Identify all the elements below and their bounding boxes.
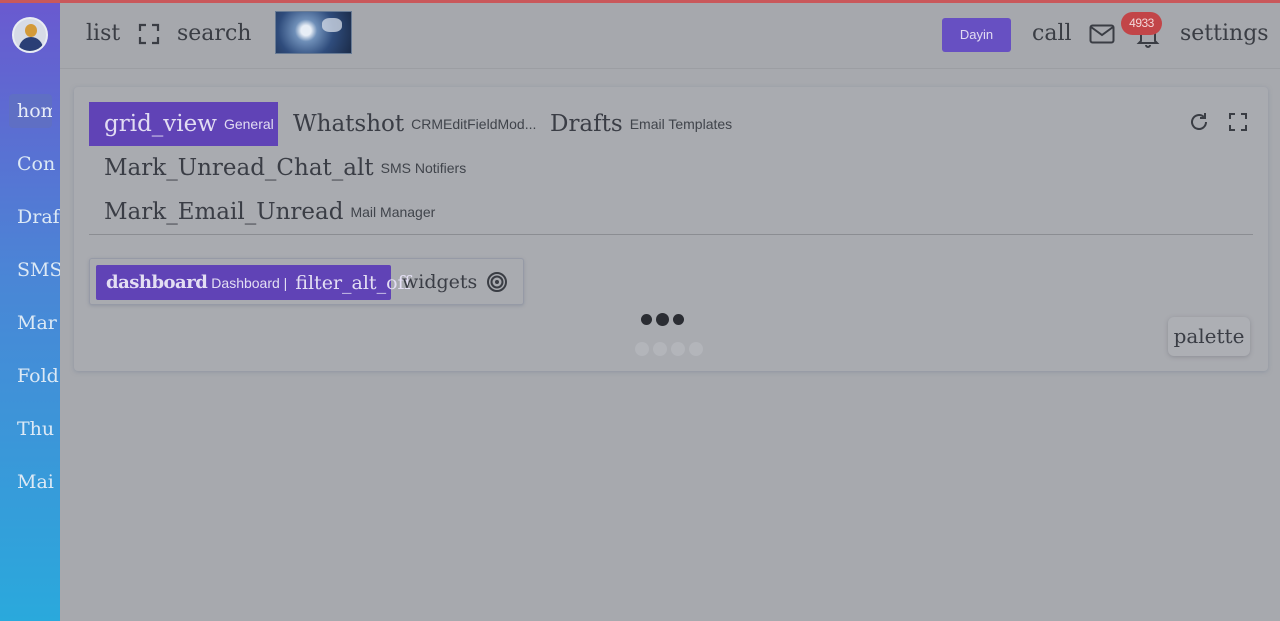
divider [89,234,1253,235]
tab-icon-label: Drafts [550,111,623,137]
dashboard-tab[interactable]: dashboard Dashboard | filter_alt_off [96,265,411,300]
dashboard-label: Dashboard | [211,274,288,291]
filter-alt-off-icon[interactable]: filter_alt_off [295,272,411,294]
sidebar-item-home[interactable]: hom [9,94,52,128]
tab-icon-label: Mark_Unread_Chat_alt [104,155,374,181]
sidebar-item-thumbs[interactable]: Thu [0,412,60,446]
sidebar-item-mail[interactable]: Mai [0,465,60,499]
tab-icon-label: Mark_Email_Unread [104,199,344,225]
sidebar-item-sms[interactable]: SMS [0,253,60,287]
sidebar-item-contacts[interactable]: Con [0,147,60,181]
call-button[interactable]: call [1032,19,1072,49]
tab-label: CRMEditFieldMod... [411,116,537,132]
refresh-icon[interactable] [1188,111,1210,133]
main-card: grid_view General Whatshot CRMEditFieldM… [74,87,1268,371]
tab-email-templates[interactable]: Drafts Email Templates [535,102,744,146]
fullscreen-icon[interactable] [1227,111,1249,133]
tab-sms-notifiers[interactable]: Mark_Unread_Chat_alt SMS Notifiers [89,146,478,190]
menu-list-icon[interactable]: list [86,19,120,49]
tab-icon-label: Whatshot [293,111,405,137]
tab-general[interactable]: grid_view General [89,102,278,146]
top-header: list search Dayin call 4933 settings [60,3,1280,69]
sidebar-item-mark[interactable]: Mar [0,306,60,340]
tab-mail-manager[interactable]: Mark_Email_Unread Mail Manager [89,190,447,234]
sidebar: hom Con Draf SMS Mar Fold Thu Mai [0,0,60,621]
fullscreen-icon[interactable] [138,23,160,45]
tab-label: General [223,116,274,132]
widgets-button[interactable]: widgets [402,267,477,297]
tab-icon-label: grid_view [104,111,217,137]
loading-placeholder [635,340,705,356]
sidebar-item-drafts[interactable]: Draf [0,200,60,234]
mail-icon[interactable] [1089,24,1115,44]
tab-label: SMS Notifiers [380,160,467,176]
search-button[interactable]: search [177,19,251,49]
settings-button[interactable]: settings [1180,19,1269,49]
avatar[interactable] [12,17,48,53]
sidebar-item-folders[interactable]: Fold [0,359,60,393]
user-button[interactable]: Dayin [942,18,1011,52]
top-accent-line [0,0,1280,3]
tab-crm-edit-field[interactable]: Whatshot CRMEditFieldMod... [278,102,548,146]
palette-button[interactable]: palette [1168,317,1250,356]
tab-label: Email Templates [629,116,733,132]
tab-label: Mail Manager [350,204,436,220]
widget-toolbar: dashboard Dashboard | filter_alt_off wid… [89,258,524,305]
dashboard-icon: dashboard [106,272,208,293]
target-icon[interactable] [486,271,508,293]
banner-image [275,11,352,54]
loading-indicator [641,311,701,327]
notification-badge: 4933 [1121,12,1162,35]
